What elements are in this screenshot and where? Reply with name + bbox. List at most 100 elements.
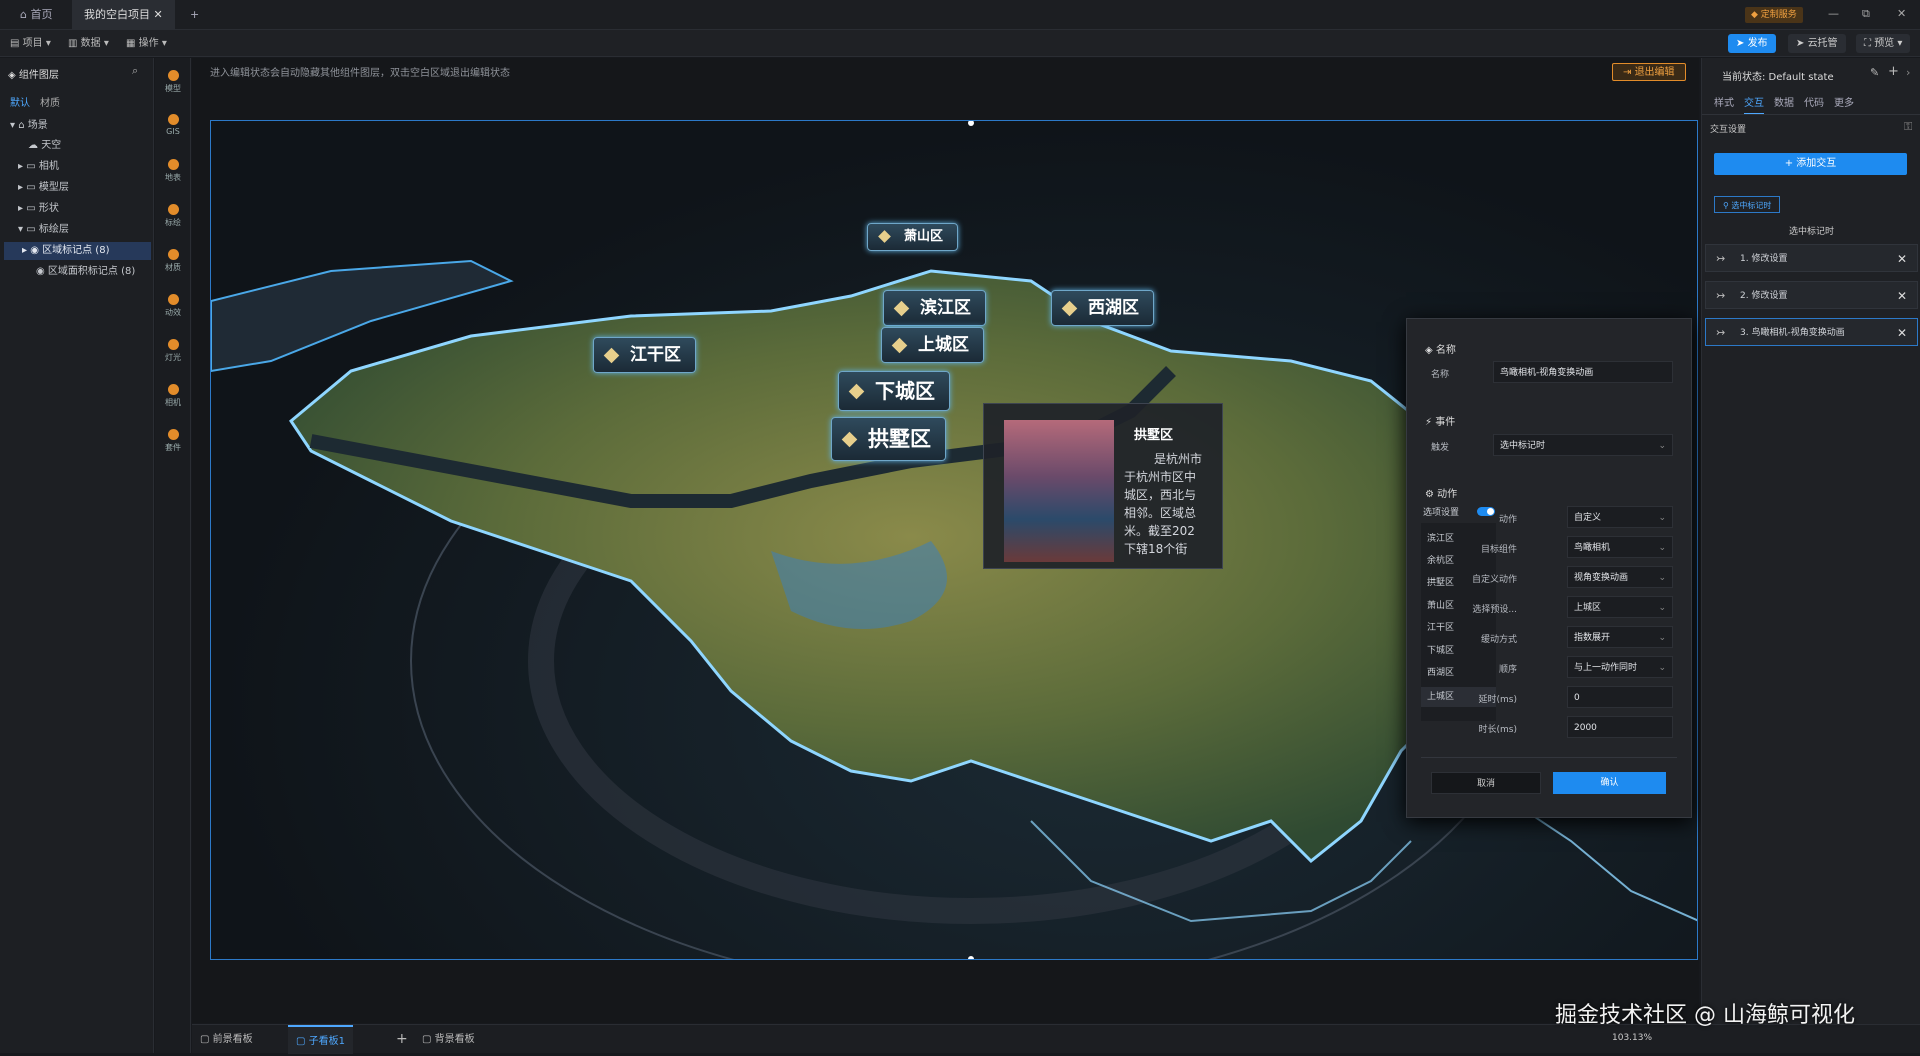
tab-material[interactable]: 材质 <box>40 94 60 109</box>
lock-icon[interactable]: ⚿ <box>1904 120 1912 134</box>
close-window-button[interactable]: ✕ <box>1897 7 1906 20</box>
tree-item-region-area-markers[interactable]: ◉ 区域面积标记点 (8) <box>0 263 152 281</box>
model-button[interactable]: 模型 <box>155 66 191 106</box>
terrain-icon <box>167 159 179 170</box>
selection-handle-top[interactable] <box>968 121 974 126</box>
target-component-select[interactable]: 鸟瞰相机 ⌄ <box>1567 536 1673 558</box>
tab-project[interactable]: 我的空白项目 ✕ <box>72 0 175 30</box>
district-photo <box>1004 420 1114 562</box>
material-button[interactable]: 材质 <box>155 245 191 285</box>
diamond-icon <box>878 230 891 243</box>
toolbar: ▤ 项目 ▾ ▥ 数据 ▾ ▦ 操作 ▾ ➤ 发布 ➤ 云托管 ⛶ 预览 ▾ <box>0 30 1920 57</box>
tab-data[interactable]: 数据 <box>1774 94 1794 109</box>
tree-item-region-markers[interactable]: ▸ ◉ 区域标记点 (8) <box>4 242 151 260</box>
zoom-level[interactable]: 103.13% <box>1612 1033 1652 1043</box>
add-board-button[interactable]: + <box>388 1025 416 1054</box>
district-label-jianggan[interactable]: 江干区 <box>593 337 696 373</box>
property-panel: 当前状态: Default state ✎ + › 样式 交互 数据 代码 更多… <box>1701 58 1920 1053</box>
option-item[interactable]: 江干区 <box>1427 620 1454 633</box>
trigger-select[interactable]: 选中标记时 ⌄ <box>1493 434 1673 456</box>
option-item[interactable]: 拱墅区 <box>1427 575 1454 588</box>
minimize-button[interactable]: — <box>1828 7 1839 20</box>
tab-interaction[interactable]: 交互 <box>1744 94 1764 115</box>
layer-panel: ◈ 组件图层 ⌕ 默认 材质 ▾ ⌂ 场景 ☁ 天空 ▸ ▭ 相机 ▸ ▭ 模型… <box>0 58 154 1053</box>
preset-select[interactable]: 上城区 ⌄ <box>1567 596 1673 618</box>
interaction-item-selected[interactable]: ↣ 3. 鸟瞰相机-视角变换动画 ✕ <box>1705 318 1918 346</box>
chevron-down-icon: ⌄ <box>1658 633 1666 643</box>
field-label: 延时(ms) <box>1478 695 1517 705</box>
chevron-right-icon[interactable]: › <box>1906 66 1910 79</box>
trigger-chip[interactable]: ⚲ 选中标记时 <box>1714 196 1781 213</box>
publish-button[interactable]: ➤ 发布 <box>1728 34 1776 53</box>
plot-button[interactable]: 标绘 <box>155 200 191 240</box>
district-label-xiacheng[interactable]: 下城区 <box>838 371 950 411</box>
district-label-binjiang[interactable]: 滨江区 <box>883 290 986 326</box>
menu-project[interactable]: ▤ 项目 ▾ <box>10 34 51 53</box>
menu-data[interactable]: ▥ 数据 ▾ <box>68 34 109 53</box>
exit-icon: ⇥ <box>1623 67 1635 78</box>
model-icon <box>167 70 179 81</box>
layers-icon: ◈ <box>8 70 19 81</box>
effect-button[interactable]: 动效 <box>155 290 191 330</box>
cloud-host-button[interactable]: ➤ 云托管 <box>1788 34 1846 53</box>
exit-edit-button[interactable]: ⇥ 退出编辑 <box>1612 63 1686 81</box>
selection-handle-bottom[interactable] <box>968 956 974 960</box>
kit-button[interactable]: 套件 <box>155 425 191 465</box>
trigger-heading: 选中标记时 <box>1788 227 1834 237</box>
tab-background-board[interactable]: ▢ 背景看板 <box>414 1025 483 1054</box>
tab-code[interactable]: 代码 <box>1804 94 1824 109</box>
terrain-button[interactable]: 地表 <box>155 155 191 195</box>
add-icon[interactable]: + <box>1888 64 1899 79</box>
add-interaction-button[interactable]: + 添加交互 <box>1714 153 1907 175</box>
menu-ops[interactable]: ▦ 操作 ▾ <box>126 34 167 53</box>
tab-style[interactable]: 样式 <box>1714 94 1734 109</box>
interaction-item[interactable]: ↣ 1. 修改设置 ✕ <box>1705 244 1918 272</box>
district-label-shangcheng[interactable]: 上城区 <box>881 327 984 363</box>
delete-icon[interactable]: ✕ <box>1897 319 1907 347</box>
district-label-gongshu[interactable]: 拱墅区 <box>831 417 946 461</box>
tree-item-plot-layer[interactable]: ▾ ▭ 标绘层 <box>0 221 152 239</box>
tree-item-model-layer[interactable]: ▸ ▭ 模型层 <box>0 179 152 197</box>
tab-default[interactable]: 默认 <box>10 94 30 109</box>
cancel-button[interactable]: 取消 <box>1431 772 1541 794</box>
easing-select[interactable]: 指数展开 ⌄ <box>1567 626 1673 648</box>
delete-icon[interactable]: ✕ <box>1897 282 1907 310</box>
edit-icon[interactable]: ✎ <box>1870 66 1879 79</box>
option-item[interactable]: 余杭区 <box>1427 553 1454 566</box>
folder-icon: ▭ <box>26 224 36 235</box>
close-tab-icon[interactable]: ✕ <box>154 8 163 21</box>
light-button[interactable]: 灯光 <box>155 335 191 375</box>
option-item[interactable]: 萧山区 <box>1427 598 1454 611</box>
district-label-xihu[interactable]: 西湖区 <box>1051 290 1154 326</box>
gis-button[interactable]: GIS <box>155 110 191 150</box>
tab-home[interactable]: ⌂ 首页 <box>8 0 64 30</box>
send-icon: ➤ <box>1736 38 1748 49</box>
tree-item-sky[interactable]: ☁ 天空 <box>0 137 152 155</box>
tab-foreground-board[interactable]: ▢ 前景看板 <box>192 1025 261 1054</box>
search-icon[interactable]: ⌕ <box>132 64 138 78</box>
action-select[interactable]: 自定义 ⌄ <box>1567 506 1673 528</box>
duration-input[interactable]: 2000 <box>1567 716 1673 738</box>
tree-item-scene[interactable]: ▾ ⌂ 场景 <box>0 117 152 135</box>
preview-button[interactable]: ⛶ 预览 ▾ <box>1856 34 1911 53</box>
service-badge[interactable]: ◆ 定制服务 <box>1745 7 1803 23</box>
delete-icon[interactable]: ✕ <box>1897 245 1907 273</box>
maximize-button[interactable]: ⧉ <box>1862 7 1870 21</box>
tab-sub-board[interactable]: ▢ 子看板1 <box>288 1025 354 1054</box>
confirm-button[interactable]: 确认 <box>1553 772 1666 794</box>
option-item[interactable]: 滨江区 <box>1427 531 1454 544</box>
camera-button[interactable]: 相机 <box>155 380 191 420</box>
tree-item-shape[interactable]: ▸ ▭ 形状 <box>0 200 152 218</box>
action-edit-dialog: ◈ 名称 名称 鸟瞰相机-视角变换动画 ⚡ 事件 触发 选中标记时 ⌄ ⚙ 动作 … <box>1406 318 1692 818</box>
delay-input[interactable]: 0 <box>1567 686 1673 708</box>
tree-item-camera[interactable]: ▸ ▭ 相机 <box>0 158 152 176</box>
order-select[interactable]: 与上一动作同时 ⌄ <box>1567 656 1673 678</box>
option-item[interactable]: 下城区 <box>1427 643 1454 656</box>
interaction-item[interactable]: ↣ 2. 修改设置 ✕ <box>1705 281 1918 309</box>
district-label-xiaoshan[interactable]: 萧山区 <box>867 223 959 251</box>
custom-action-select[interactable]: 视角变换动画 ⌄ <box>1567 566 1673 588</box>
name-input[interactable]: 鸟瞰相机-视角变换动画 <box>1493 361 1673 383</box>
tab-more[interactable]: 更多 <box>1834 94 1854 109</box>
new-tab-button[interactable]: + <box>178 0 211 30</box>
option-item[interactable]: 西湖区 <box>1427 665 1454 678</box>
